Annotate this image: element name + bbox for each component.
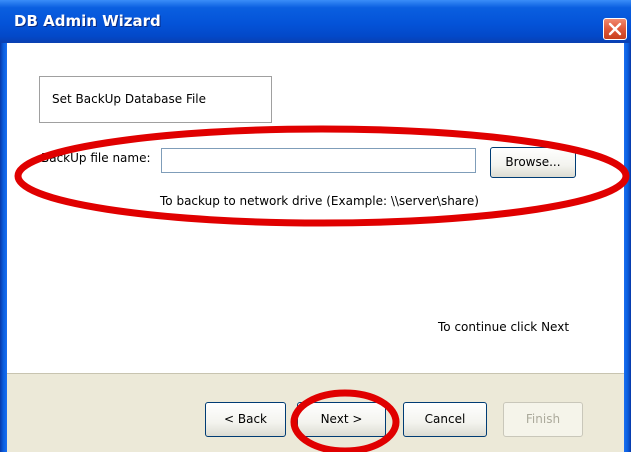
- window-border-left: [0, 43, 7, 452]
- close-button[interactable]: [603, 18, 627, 40]
- window-title: DB Admin Wizard: [14, 12, 161, 30]
- cancel-button-label: Cancel: [424, 412, 466, 426]
- network-drive-hint: To backup to network drive (Example: \\s…: [160, 194, 479, 208]
- back-button[interactable]: < Back: [205, 402, 286, 437]
- wizard-window: DB Admin Wizard Set BackUp Database File…: [0, 0, 631, 452]
- browse-button[interactable]: Browse...: [490, 147, 576, 178]
- step-title: Set BackUp Database File: [52, 92, 207, 106]
- backup-file-label: BackUp file name:: [41, 151, 151, 165]
- close-icon: [608, 22, 622, 36]
- browse-button-label: Browse...: [505, 155, 561, 169]
- next-button[interactable]: Next >: [297, 402, 386, 437]
- continue-hint: To continue click Next: [438, 320, 570, 334]
- finish-button: Finish: [503, 402, 583, 437]
- cancel-button[interactable]: Cancel: [403, 402, 487, 437]
- step-title-box: Set BackUp Database File: [39, 76, 272, 123]
- next-button-label: Next >: [320, 412, 363, 426]
- window-border-right: [624, 43, 631, 452]
- back-button-label: < Back: [223, 412, 267, 426]
- finish-button-label: Finish: [525, 412, 561, 426]
- title-bar[interactable]: DB Admin Wizard: [0, 0, 631, 43]
- backup-file-input[interactable]: [161, 148, 476, 173]
